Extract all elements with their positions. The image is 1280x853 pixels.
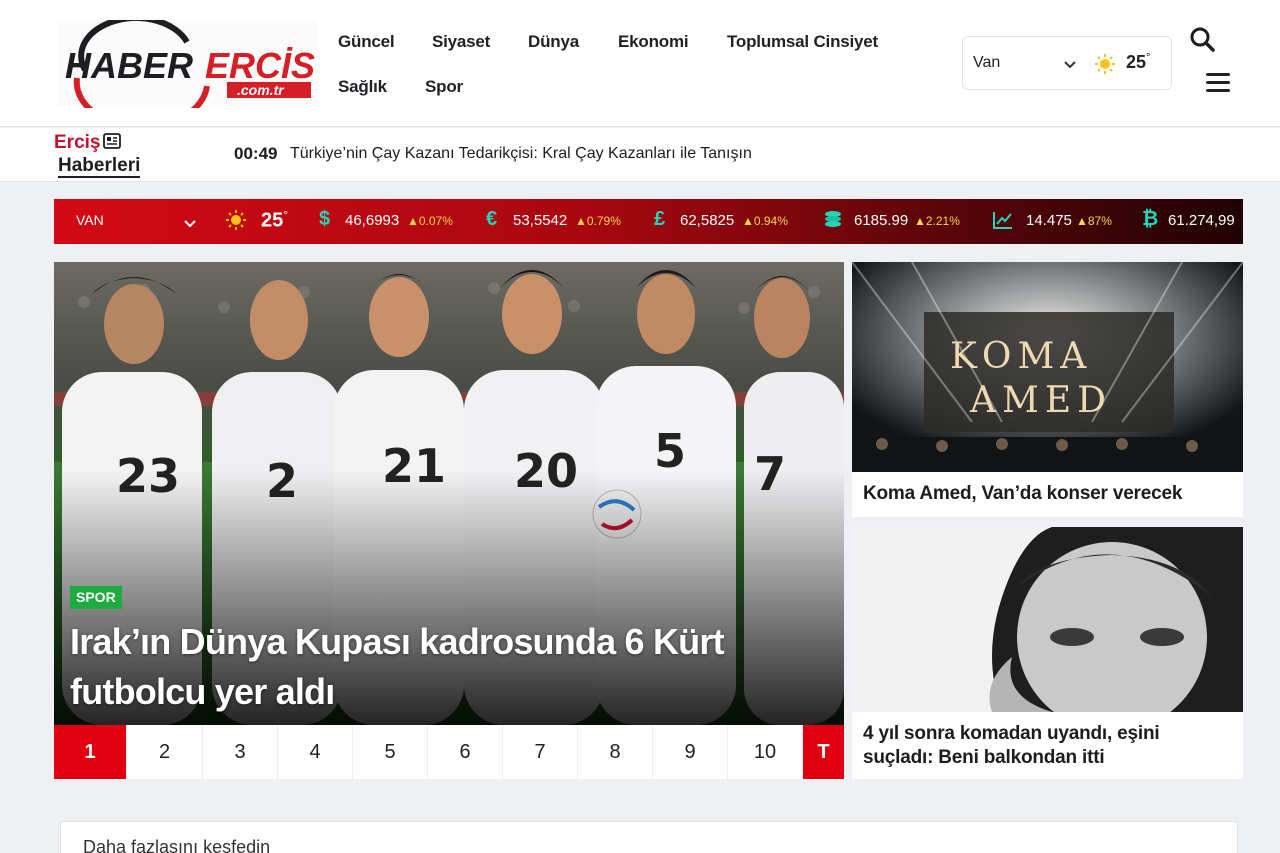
nav-item-dunya[interactable]: Dünya [528, 32, 579, 52]
newspaper-icon [103, 133, 121, 154]
market-change: ▲87% [1076, 214, 1112, 228]
nav-item-siyaset[interactable]: Siyaset [432, 32, 490, 52]
market-change: ▲2.21% [914, 214, 960, 228]
gold-coins-icon [822, 209, 844, 237]
nav-item-saglik[interactable]: Sağlık [338, 77, 387, 97]
pager-item[interactable]: 1 [54, 725, 127, 779]
nav-item-spor[interactable]: Spor [425, 77, 463, 97]
market-weather-bar: VAN 25° $ 46,6993 ▲0.07% € 53,5542 ▲0.79… [54, 199, 1243, 244]
pager-item[interactable]: 7 [503, 725, 578, 779]
card-title[interactable]: 4 yıl sonra komadan uyandı, eşini suçlad… [863, 722, 1233, 770]
pager-item[interactable]: 10 [728, 725, 803, 779]
category-badge[interactable]: SPOR [70, 586, 122, 609]
dollar-icon: $ [319, 208, 331, 230]
nav-item-ekonomi[interactable]: Ekonomi [618, 32, 689, 52]
euro-icon: € [486, 208, 498, 230]
breaking-news-ticker: Erciş Haberleri 00:49 Türkiye’nin Çay Ka… [0, 128, 1280, 182]
nav-item-toplumsal-cinsiyet[interactable]: Toplumsal Cinsiyet [727, 32, 878, 52]
market-value: 62,5825 [680, 212, 735, 229]
market-value: 14.475 [1026, 212, 1072, 229]
ticker-headline-link[interactable]: Türkiye’nin Çay Kazanı Tedarikçisi: Kral… [290, 145, 752, 163]
ticker-label-ercis: Erciş [54, 132, 101, 153]
market-city-select[interactable]: VAN [76, 212, 104, 228]
svg-text:HABER: HABER [65, 45, 193, 86]
slider-headline[interactable]: Irak’ın Dünya Kupası kadrosunda 6 Kürt f… [70, 617, 830, 717]
card-photo-woman [852, 527, 1243, 732]
site-header: HABER ERCİS .com.tr Güncel Siyaset Dünya… [0, 0, 1280, 127]
sun-icon [1095, 54, 1115, 79]
pager-item[interactable]: 2 [127, 725, 203, 779]
pager-item[interactable]: 4 [278, 725, 353, 779]
weather-city-select[interactable]: Van 25° [962, 36, 1172, 90]
market-change: ▲0.07% [407, 214, 453, 228]
news-card[interactable]: KOMA AMED Koma Amed, Van’da konser verec… [852, 262, 1243, 517]
pound-icon: £ [654, 208, 666, 230]
svg-text:.com.tr: .com.tr [237, 82, 285, 98]
koma-logo-top: KOMA [950, 336, 1092, 377]
weather-temperature: 25° [1126, 52, 1151, 72]
sun-icon [226, 210, 246, 235]
site-logo[interactable]: HABER ERCİS .com.tr [57, 20, 317, 108]
stock-chart-icon [992, 210, 1014, 236]
weather-city: Van [973, 54, 1001, 71]
market-value: 6185.99 [854, 212, 909, 229]
pager-tab-t[interactable]: T [803, 725, 844, 779]
slider-pagination: 1 2 3 4 5 6 7 8 9 10 T [54, 725, 844, 779]
chevron-down-icon [1063, 57, 1077, 75]
discover-label: Daha fazlasını keşfedin [83, 837, 271, 853]
nav-item-guncel[interactable]: Güncel [338, 32, 395, 52]
pager-item[interactable]: 8 [578, 725, 653, 779]
search-icon[interactable] [1188, 26, 1216, 54]
ticker-time: 00:49 [234, 144, 278, 163]
market-change: ▲0.79% [575, 214, 621, 228]
bitcoin-icon: ₿ [1142, 208, 1159, 230]
pager-item[interactable]: 9 [653, 725, 728, 779]
pager-item[interactable]: 6 [428, 725, 503, 779]
pager-item[interactable]: 3 [203, 725, 278, 779]
hamburger-menu-icon[interactable] [1206, 73, 1230, 95]
ticker-label-haberleri[interactable]: Haberleri [58, 156, 141, 178]
koma-logo-bottom: AMED [969, 380, 1112, 421]
discover-more-section[interactable]: Daha fazlasını keşfedin [60, 821, 1238, 853]
chevron-down-icon[interactable] [184, 215, 196, 233]
market-change: ▲0.94% [742, 214, 788, 228]
market-value: 46,6993 [345, 212, 400, 229]
market-value: 53,5542 [513, 212, 568, 229]
market-temperature: 25° [261, 208, 289, 232]
market-value: 61.274,99 [1168, 212, 1235, 229]
card-title[interactable]: Koma Amed, Van’da konser verecek [863, 482, 1182, 506]
card-photo-concert: KOMA AMED [852, 262, 1243, 472]
svg-text:ERCİS: ERCİS [205, 45, 315, 86]
news-card[interactable]: 4 yıl sonra komadan uyandı, eşini suçlad… [852, 527, 1243, 779]
pager-item[interactable]: 5 [353, 725, 428, 779]
